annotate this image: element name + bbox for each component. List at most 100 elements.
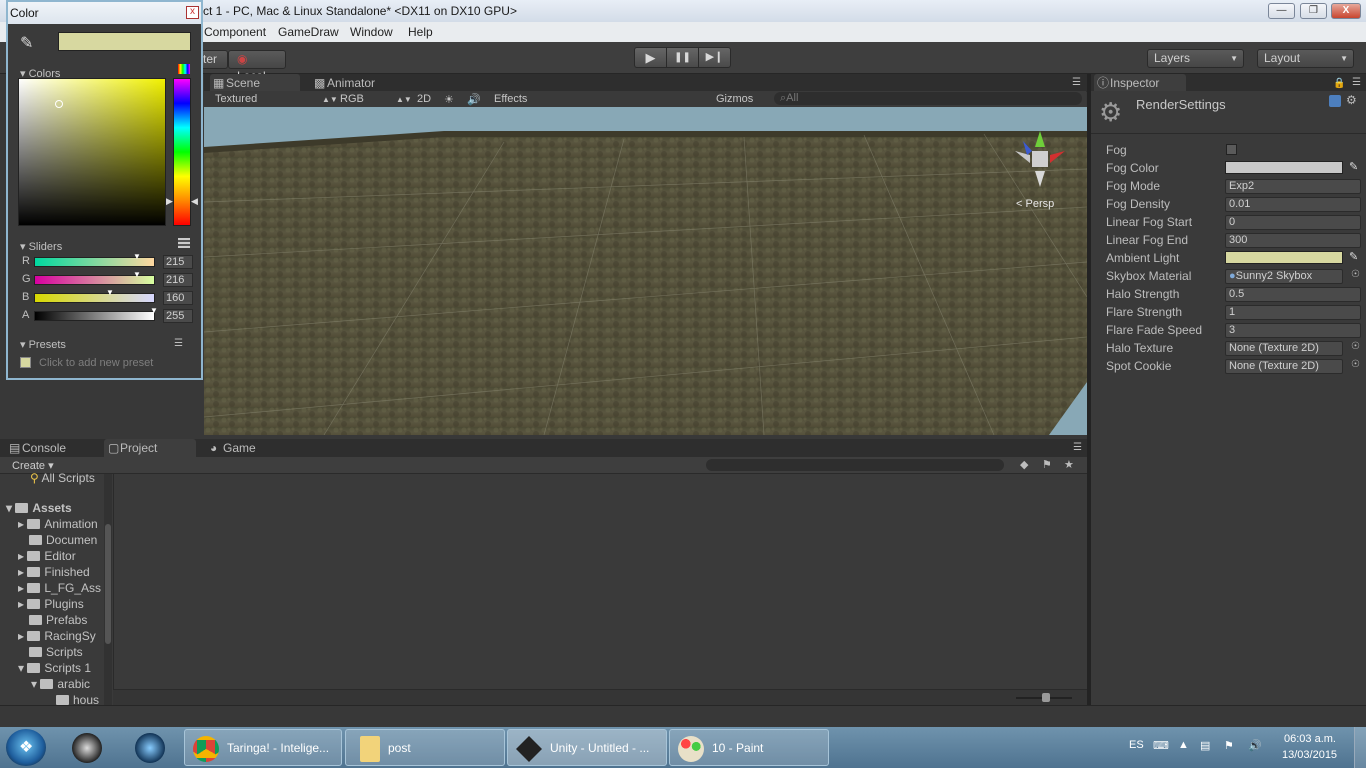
tab-scene[interactable]: ▦ Scene [210, 74, 300, 92]
slider-mode-icon[interactable] [178, 238, 190, 248]
favorites-star-icon[interactable]: ★ [1064, 458, 1074, 471]
projection-label[interactable]: < Persp [1016, 198, 1054, 210]
shading-mode-dropdown[interactable]: Textured [215, 93, 257, 105]
tree-scrollbar[interactable] [104, 474, 112, 706]
audio-toggle-icon[interactable]: 🔊 [467, 93, 481, 106]
network-icon[interactable]: ▤ [1200, 739, 1210, 752]
tree-item-arabic[interactable]: ▾ arabic [31, 677, 90, 691]
project-content-area[interactable] [113, 474, 1087, 689]
menu-help[interactable]: Help [408, 25, 433, 39]
action-center-flag-icon[interactable]: ⚑ [1224, 739, 1234, 752]
tab-console[interactable]: ▤ Console [6, 439, 96, 457]
toggle-2d-button[interactable]: 2D [417, 93, 431, 105]
halo-strength-field[interactable]: 0.5 [1225, 287, 1361, 302]
tray-expand-icon[interactable]: ▲ [1178, 739, 1189, 751]
minimize-button[interactable]: — [1268, 3, 1295, 19]
flare-fade-speed-field[interactable]: 3 [1225, 323, 1361, 338]
taskbar-item-chrome[interactable]: Taringa! - Intelige... [184, 729, 342, 766]
render-mode-dropdown[interactable]: RGB [340, 93, 364, 105]
eyedropper-icon[interactable]: ✎ [20, 33, 33, 53]
preset-swatch[interactable] [20, 357, 31, 368]
local-toggle[interactable]: ◉ Local [228, 50, 286, 83]
tab-animator[interactable]: ▩ Animator [311, 74, 401, 92]
media-center-icon[interactable] [135, 733, 165, 763]
spot-cookie-field[interactable]: None (Texture 2D) [1225, 359, 1343, 374]
linear-fog-start-field[interactable]: 0 [1225, 215, 1361, 230]
blue-value-field[interactable]: 160 [163, 291, 193, 305]
panel-menu-icon[interactable]: ☰ [1352, 77, 1361, 88]
object-picker-icon[interactable]: ☉ [1351, 359, 1360, 370]
sliders-section-header[interactable]: ▾ Sliders [20, 240, 62, 253]
scene-viewport[interactable]: < Persp [204, 107, 1087, 435]
tree-item-racingsystem[interactable]: ▸ RacingSy [18, 629, 96, 643]
slider-thumb[interactable]: ▼ [133, 270, 141, 279]
fog-color-swatch[interactable] [1225, 161, 1343, 174]
volume-icon[interactable]: 🔊 [1248, 739, 1262, 752]
tree-item-animation[interactable]: ▸ Animation [18, 517, 98, 531]
language-indicator[interactable]: ES [1129, 739, 1144, 751]
tree-item-assets[interactable]: ▾ Assets [6, 501, 72, 515]
tab-inspector[interactable]: ⓘ Inspector [1094, 74, 1186, 92]
fog-checkbox[interactable] [1226, 144, 1237, 155]
play-button[interactable]: ▶ [634, 47, 667, 68]
filter-label-icon[interactable]: ⚑ [1042, 458, 1052, 471]
slider-thumb[interactable]: ▼ [106, 288, 114, 297]
menu-gamedraw[interactable]: GameDraw [278, 25, 339, 39]
skybox-material-field[interactable]: ●Sunny2 Skybox [1225, 269, 1343, 284]
lock-icon[interactable]: 🔒 [1333, 78, 1345, 89]
panel-menu-icon[interactable]: ☰ [1073, 442, 1082, 453]
panel-splitter[interactable] [1087, 74, 1091, 705]
scrollbar-thumb[interactable] [105, 524, 111, 644]
taskbar-item-paint[interactable]: 10 - Paint [669, 729, 829, 766]
ambient-light-swatch[interactable] [1225, 251, 1343, 264]
color-cursor[interactable] [55, 100, 63, 108]
filter-type-icon[interactable]: ◆ [1020, 458, 1028, 471]
step-button[interactable]: ▶❙ [698, 47, 731, 68]
close-icon[interactable]: x [186, 6, 199, 19]
lighting-toggle-icon[interactable]: ☀ [444, 93, 454, 106]
tree-item-all-scripts[interactable]: ⚲ All Scripts [30, 471, 95, 485]
taskbar-item-unity[interactable]: Unity - Untitled - ... [507, 729, 667, 766]
presets-menu-icon[interactable]: ☰ [174, 338, 183, 349]
steam-icon[interactable] [72, 733, 102, 763]
object-picker-icon[interactable]: ☉ [1351, 341, 1360, 352]
maximize-button[interactable]: ❐ [1300, 3, 1327, 19]
keyboard-icon[interactable]: ⌨ [1153, 739, 1169, 752]
tree-item-editor[interactable]: ▸ Editor [18, 549, 76, 563]
tree-item-l-fg-assets[interactable]: ▸ L_FG_Ass [18, 581, 101, 595]
blue-slider[interactable] [34, 293, 155, 303]
menu-window[interactable]: Window [350, 25, 393, 39]
tree-item-finished[interactable]: ▸ Finished [18, 565, 90, 579]
saturation-value-picker[interactable] [18, 78, 166, 226]
color-mode-icon[interactable] [178, 64, 190, 74]
green-value-field[interactable]: 216 [163, 273, 193, 287]
eyedropper-icon[interactable]: ✎ [1349, 160, 1358, 173]
eyedropper-icon[interactable]: ✎ [1349, 250, 1358, 263]
fog-mode-dropdown[interactable]: Exp2 [1225, 179, 1361, 194]
effects-dropdown[interactable]: Effects [494, 93, 527, 105]
slider-thumb[interactable]: ▼ [150, 306, 158, 315]
project-search-input[interactable] [706, 459, 1004, 471]
halo-texture-field[interactable]: None (Texture 2D) [1225, 341, 1343, 356]
close-button[interactable]: X [1331, 3, 1361, 19]
start-button[interactable]: ❖ [6, 729, 46, 766]
hue-slider[interactable] [173, 78, 191, 226]
panel-menu-icon[interactable]: ☰ [1072, 77, 1081, 88]
scene-search-input[interactable]: ⌕All [774, 92, 1082, 105]
clock-date[interactable]: 13/03/2015 [1282, 749, 1337, 761]
help-icon[interactable] [1329, 95, 1341, 107]
icon-size-slider-thumb[interactable] [1042, 693, 1050, 702]
orientation-gizmo[interactable] [1010, 129, 1070, 189]
flare-strength-field[interactable]: 1 [1225, 305, 1361, 320]
tab-project[interactable]: ▢ Project [104, 439, 196, 457]
clock-time[interactable]: 06:03 a.m. [1284, 733, 1336, 745]
taskbar-item-folder[interactable]: post [345, 729, 505, 766]
pause-button[interactable]: ❚❚ [666, 47, 699, 68]
show-desktop-button[interactable] [1354, 727, 1366, 768]
gizmos-dropdown[interactable]: Gizmos [716, 93, 753, 105]
object-picker-icon[interactable]: ☉ [1351, 269, 1360, 280]
settings-gear-icon[interactable]: ⚙ [1346, 93, 1357, 107]
linear-fog-end-field[interactable]: 300 [1225, 233, 1361, 248]
menu-component[interactable]: Component [204, 25, 266, 39]
layers-dropdown[interactable]: Layers ▼ [1147, 49, 1244, 68]
